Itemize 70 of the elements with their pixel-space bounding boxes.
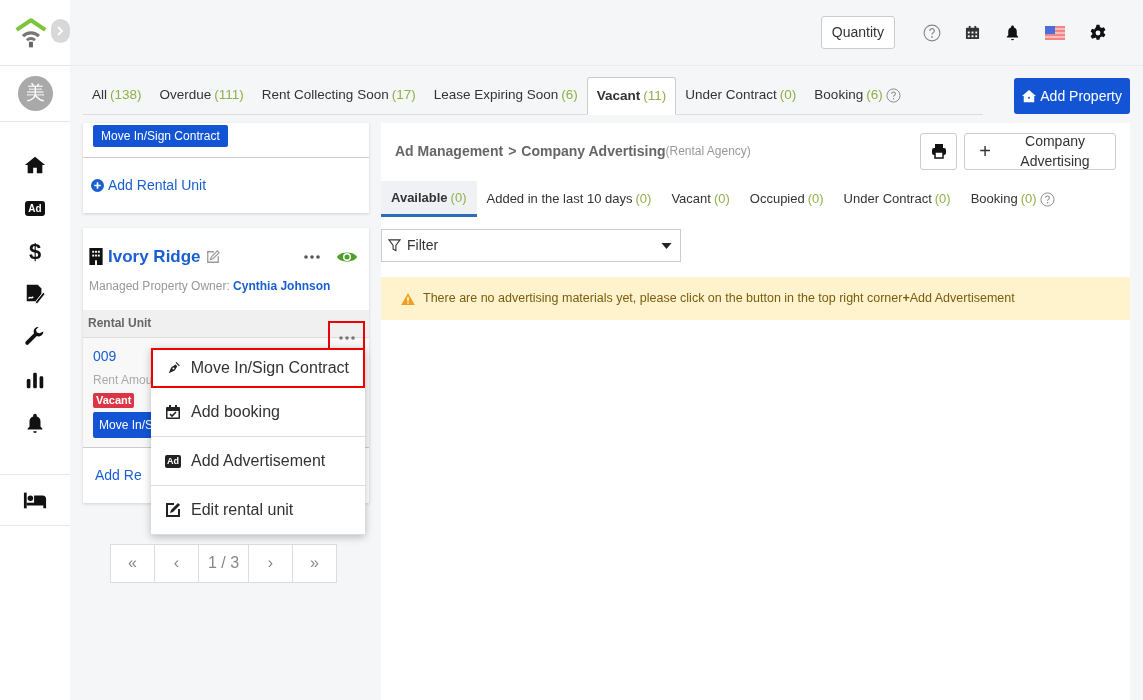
page-button[interactable]: ‹ [154, 543, 199, 583]
caret-down-icon [661, 242, 672, 249]
breadcrumb-separator: > [508, 141, 517, 161]
more-icon [338, 335, 355, 340]
unit-number[interactable]: 009 [93, 345, 117, 367]
more-icon [304, 254, 320, 259]
tab[interactable]: Added in the last 10 days (0) [476, 181, 662, 217]
plus-icon: + [975, 136, 995, 166]
property-name[interactable]: Ivory Ridge [108, 244, 201, 270]
tab[interactable]: Occupied (0) [739, 181, 834, 217]
menu-item[interactable]: Edit rental unit [151, 486, 365, 535]
house-icon [1022, 89, 1037, 103]
menu-item[interactable]: Ad Add Advertisement [151, 437, 365, 486]
chevron-right-icon [55, 25, 66, 36]
sidebar-item[interactable]: $ [15, 236, 55, 266]
section-header: Rental Unit [83, 309, 369, 338]
print-icon [930, 143, 947, 159]
page-button[interactable]: » [292, 543, 337, 583]
edit-icon [205, 249, 220, 264]
menu-item[interactable]: Add booking [151, 388, 365, 437]
edit-icon [165, 502, 181, 518]
add-rental-unit-link[interactable]: Add Rental Unit [91, 175, 361, 196]
dollar-sign: $ [28, 237, 42, 266]
tab[interactable]: Available (0) [381, 181, 477, 217]
status-badge: Vacant [93, 392, 135, 408]
help-icon[interactable] [923, 23, 941, 42]
ad-sidebar-item[interactable]: Ad [15, 193, 55, 223]
warning-icon [401, 292, 415, 305]
settings-icon [1089, 23, 1107, 42]
owner-label: Managed Property Owner: [89, 278, 231, 293]
plus-circle-icon [91, 179, 104, 192]
menu-item[interactable]: Move In/Sign Contract [151, 348, 365, 388]
breadcrumb-item[interactable]: Ad Management [395, 140, 504, 162]
tab[interactable]: Booking (6) [805, 76, 910, 114]
page-button[interactable]: 1 / 3 [198, 543, 249, 583]
home-icon [24, 154, 46, 176]
add-property-button[interactable]: Add Property [1014, 78, 1130, 114]
filter-icon [388, 239, 401, 252]
owner-link[interactable]: Cynthia Johnson [233, 278, 331, 293]
calendar-check-icon [165, 404, 181, 420]
document-pen-icon [24, 283, 46, 305]
tab[interactable]: Vacant (11) [586, 77, 677, 115]
calendar-icon [965, 25, 980, 40]
company-advertising-button[interactable]: + Company Advertising [964, 132, 1116, 170]
tab[interactable]: Under Contract (0) [833, 181, 961, 217]
bell-icon [1004, 24, 1021, 41]
ad-label: Ad [165, 454, 181, 468]
tab[interactable]: Rent Collecting Soon (17) [252, 76, 425, 114]
breadcrumb-item[interactable]: Company Advertising [521, 140, 666, 162]
tab[interactable]: Lease Expiring Soon (6) [424, 76, 587, 114]
tab[interactable]: Overdue (111) [150, 76, 253, 114]
flag-icon [1045, 25, 1065, 40]
page-button[interactable]: › [248, 543, 293, 583]
pen-nib-icon [167, 360, 181, 376]
wrench-icon [24, 326, 46, 348]
filter-dropdown[interactable]: Filter [381, 229, 681, 262]
tab[interactable]: Vacant (0) [661, 181, 740, 217]
tab[interactable]: Booking (0) [960, 181, 1065, 217]
bed-icon [23, 490, 47, 510]
tab[interactable]: All (138) [83, 76, 151, 114]
move-in-button[interactable]: Move In/Sign Contract [93, 125, 228, 147]
building-icon [89, 248, 103, 266]
breadcrumb-note: (Rental Agency) [665, 143, 751, 158]
ad-label: Ad [25, 200, 45, 216]
quantity-button[interactable]: Quantity [820, 16, 895, 49]
print-button[interactable] [920, 132, 957, 170]
add-rental-unit-link[interactable]: Add Re [91, 464, 141, 486]
alert-text: There are no advertising materials yet, please click on the button in the top right corner+Add Advertisement [423, 290, 1015, 308]
page-button[interactable]: « [110, 543, 155, 583]
tab[interactable]: Under Contract (0) [676, 76, 806, 114]
